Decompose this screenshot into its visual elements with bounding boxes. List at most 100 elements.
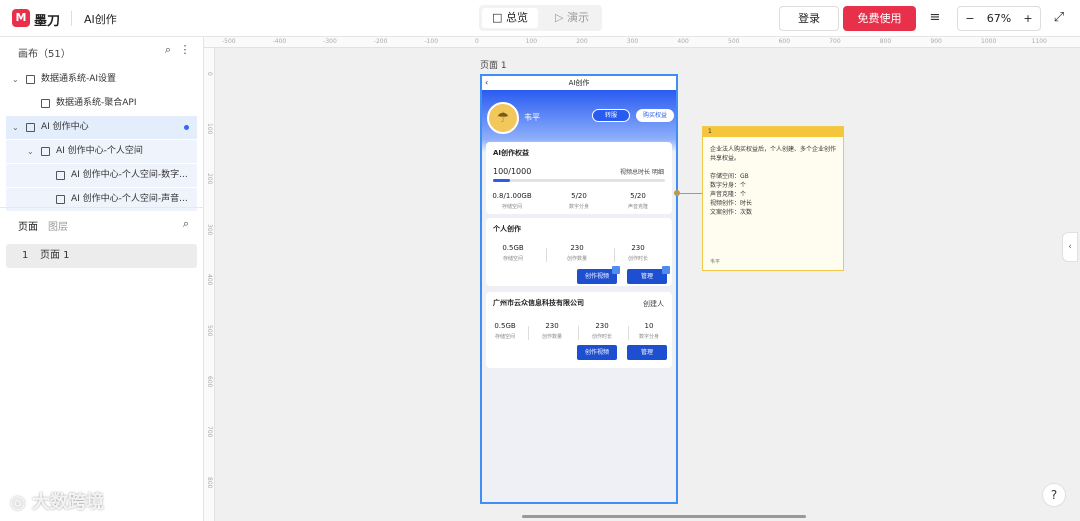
rights-title: AI创作权益 xyxy=(493,149,530,157)
document-title[interactable]: AI创作 xyxy=(84,11,117,27)
ruler-tick-label: -300 xyxy=(323,38,337,45)
frame-label[interactable]: 页面 1 xyxy=(480,58,507,71)
ruler-tick-label: 400 xyxy=(677,38,689,45)
phone-artboard[interactable]: ‹ AI创作 ☂ 韦平 转服 购买权益 AI创作权益 视频总时长 明细 100/… xyxy=(480,74,678,504)
stat-label: 存储空间 xyxy=(494,334,515,340)
tree-item-label: 数据通系统-AI设置 xyxy=(41,74,117,84)
ruler-tick-label: 400 xyxy=(206,274,213,286)
manage-button[interactable]: 管理 xyxy=(627,345,667,360)
top-bar: M 墨刀 AI创作 □ 总览 ▷ 演示 登录 免费使用 ≡ − 67% + ⤢ xyxy=(0,0,1080,37)
more-icon[interactable]: ⋮ xyxy=(178,43,192,57)
tab-layers[interactable]: 图层 xyxy=(48,218,68,233)
ruler-tick-label: -200 xyxy=(373,38,388,45)
details-link[interactable]: 明细 xyxy=(652,167,664,176)
stat-value: 5/20 xyxy=(571,192,587,200)
artboard-icon xyxy=(26,123,35,132)
stat-storage: 0.5GB 存储空间 xyxy=(491,244,535,262)
search-icon[interactable]: ⌕ xyxy=(179,217,193,231)
note-number: 1 xyxy=(703,127,843,137)
artboard-icon xyxy=(41,99,50,108)
stat-label: 创作数量 xyxy=(566,256,587,262)
artboard-icon xyxy=(56,171,65,180)
manage-button[interactable]: 管理 xyxy=(627,266,670,284)
tree-item[interactable]: AI 创作中心-个人空间-数字... xyxy=(6,164,197,187)
ruler-tick-label: -400 xyxy=(272,38,287,45)
horizontal-ruler: -500 -400 -300 -200 -100 0 100 200 300 400 500 600 7… xyxy=(204,37,1080,48)
tree-item[interactable]: ⌄ AI 创作中心-个人空间 xyxy=(6,140,197,163)
zoom-level[interactable]: 67% xyxy=(982,7,1016,30)
settings-sliders-icon[interactable]: ≡ xyxy=(925,8,945,28)
left-sidebar: 画布（51） ⌕ ⋮ ⌄ 数据通系统-AI设置 数据通系统-聚合API ⌄ AI 创作中… xyxy=(0,37,204,521)
zoom-out-button[interactable]: − xyxy=(960,7,980,30)
company-card: 广州市云众信息科技有限公司 创建人 0.5GB 存储空间 230 创作数量 23… xyxy=(486,292,672,368)
phone-title: AI创作 xyxy=(568,79,590,87)
overview-tab[interactable]: □ 总览 xyxy=(482,8,538,28)
tree-item-label: AI 创作中心-个人空间-数字... xyxy=(71,170,188,180)
login-button[interactable]: 登录 xyxy=(779,6,839,31)
user-name: 韦平 xyxy=(524,113,540,122)
stat-label: 数字分身 xyxy=(638,334,659,340)
fullscreen-icon[interactable]: ⤢ xyxy=(1049,8,1069,28)
annotation-note[interactable]: 1 企业法人购买权益后，个人创建、多个企业创作共享权益。 存储空间：GB 数字分… xyxy=(702,126,844,271)
page-list-item[interactable]: 1 页面 1 xyxy=(6,244,197,268)
tree-item-label: AI 创作中心-个人空间 xyxy=(56,146,143,156)
ruler-tick-label: 500 xyxy=(206,325,213,337)
ruler-tick-label: 700 xyxy=(206,426,213,438)
ruler-tick-label: 100 xyxy=(206,122,213,135)
divider xyxy=(546,248,547,262)
stat-label: 存储空间 xyxy=(502,256,523,262)
stat-value: 0.5GB xyxy=(502,244,524,252)
ruler-tick-label: -100 xyxy=(424,38,439,45)
create-video-button[interactable]: 创作视频 xyxy=(577,345,617,360)
stat-value: 10 xyxy=(644,322,654,330)
renew-button[interactable]: 转服 xyxy=(592,109,630,122)
horizontal-scrollbar[interactable] xyxy=(522,515,806,518)
app-name[interactable]: 墨刀 xyxy=(34,10,60,29)
stat-creation-duration: 230 创作时长 xyxy=(616,244,660,262)
stat-voice-clone: 5/20 声音克隆 xyxy=(616,192,660,210)
active-dot-icon xyxy=(184,125,189,130)
chevron-down-icon[interactable]: ⌄ xyxy=(12,116,22,139)
collapse-panel-button[interactable]: ‹ xyxy=(1062,232,1078,262)
stat-creation-duration: 230 创作时长 xyxy=(580,322,624,340)
stat-value: 230 xyxy=(545,322,559,330)
artboard-icon xyxy=(56,195,65,204)
design-canvas[interactable]: -500 -400 -300 -200 -100 0 100 200 300 400 500 600 7… xyxy=(204,37,1080,521)
demo-tab[interactable]: ▷ 演示 xyxy=(545,8,599,28)
company-name: 广州市云众信息科技有限公司 xyxy=(493,299,584,307)
tree-item[interactable]: 数据通系统-聚合API xyxy=(6,92,197,115)
vertical-ruler: 0 100 200 300 400 500 600 700 800 xyxy=(204,48,215,521)
canvas-count-header: 画布（51） xyxy=(18,49,71,60)
create-video-button[interactable]: 创作视频 xyxy=(577,266,620,284)
divider xyxy=(528,326,529,340)
chevron-down-icon[interactable]: ⌄ xyxy=(12,68,22,91)
buy-rights-button[interactable]: 购买权益 xyxy=(636,109,674,122)
ruler-tick-label: 200 xyxy=(206,173,213,185)
tab-pages[interactable]: 页面 xyxy=(18,218,38,233)
tree-item[interactable]: ⌄ AI 创作中心 xyxy=(6,116,197,139)
stat-value: 0.8/1.00GB xyxy=(492,192,532,200)
hotspot-marker-icon xyxy=(662,266,670,274)
help-button[interactable]: ? xyxy=(1042,483,1066,507)
note-body: 企业法人购买权益后，个人创建、多个企业创作共享权益。 存储空间：GB 数字分身：… xyxy=(710,146,837,216)
button-label: 创作视频 xyxy=(584,273,609,280)
chevron-down-icon[interactable]: ⌄ xyxy=(27,140,37,163)
app-logo-icon[interactable]: M xyxy=(12,9,30,27)
stat-storage: 0.5GB 存储空间 xyxy=(483,322,527,340)
stat-label: 创作时长 xyxy=(627,256,648,262)
ruler-tick-label: 100 xyxy=(525,38,538,45)
tree-item[interactable]: ⌄ 数据通系统-AI设置 xyxy=(6,68,197,91)
free-use-button[interactable]: 免费使用 xyxy=(843,6,916,31)
company-role: 创建人 xyxy=(643,300,664,308)
stat-label: 数字分身 xyxy=(568,204,589,210)
stat-storage: 0.8/1.00GB 存储空间 xyxy=(490,192,534,210)
zoom-in-button[interactable]: + xyxy=(1018,7,1038,30)
avatar[interactable]: ☂ xyxy=(487,102,519,134)
artboard-icon xyxy=(41,147,50,156)
zoom-control: − 67% + xyxy=(957,6,1041,31)
watermark-logo-icon: ◎ xyxy=(10,492,26,513)
search-icon[interactable]: ⌕ xyxy=(161,43,175,57)
stat-creation-count: 230 创作数量 xyxy=(555,244,599,262)
back-icon[interactable]: ‹ xyxy=(485,76,488,90)
personal-creation-card: 个人创作 0.5GB 存储空间 230 创作数量 230 创作时长 创作视频 管… xyxy=(486,218,672,286)
